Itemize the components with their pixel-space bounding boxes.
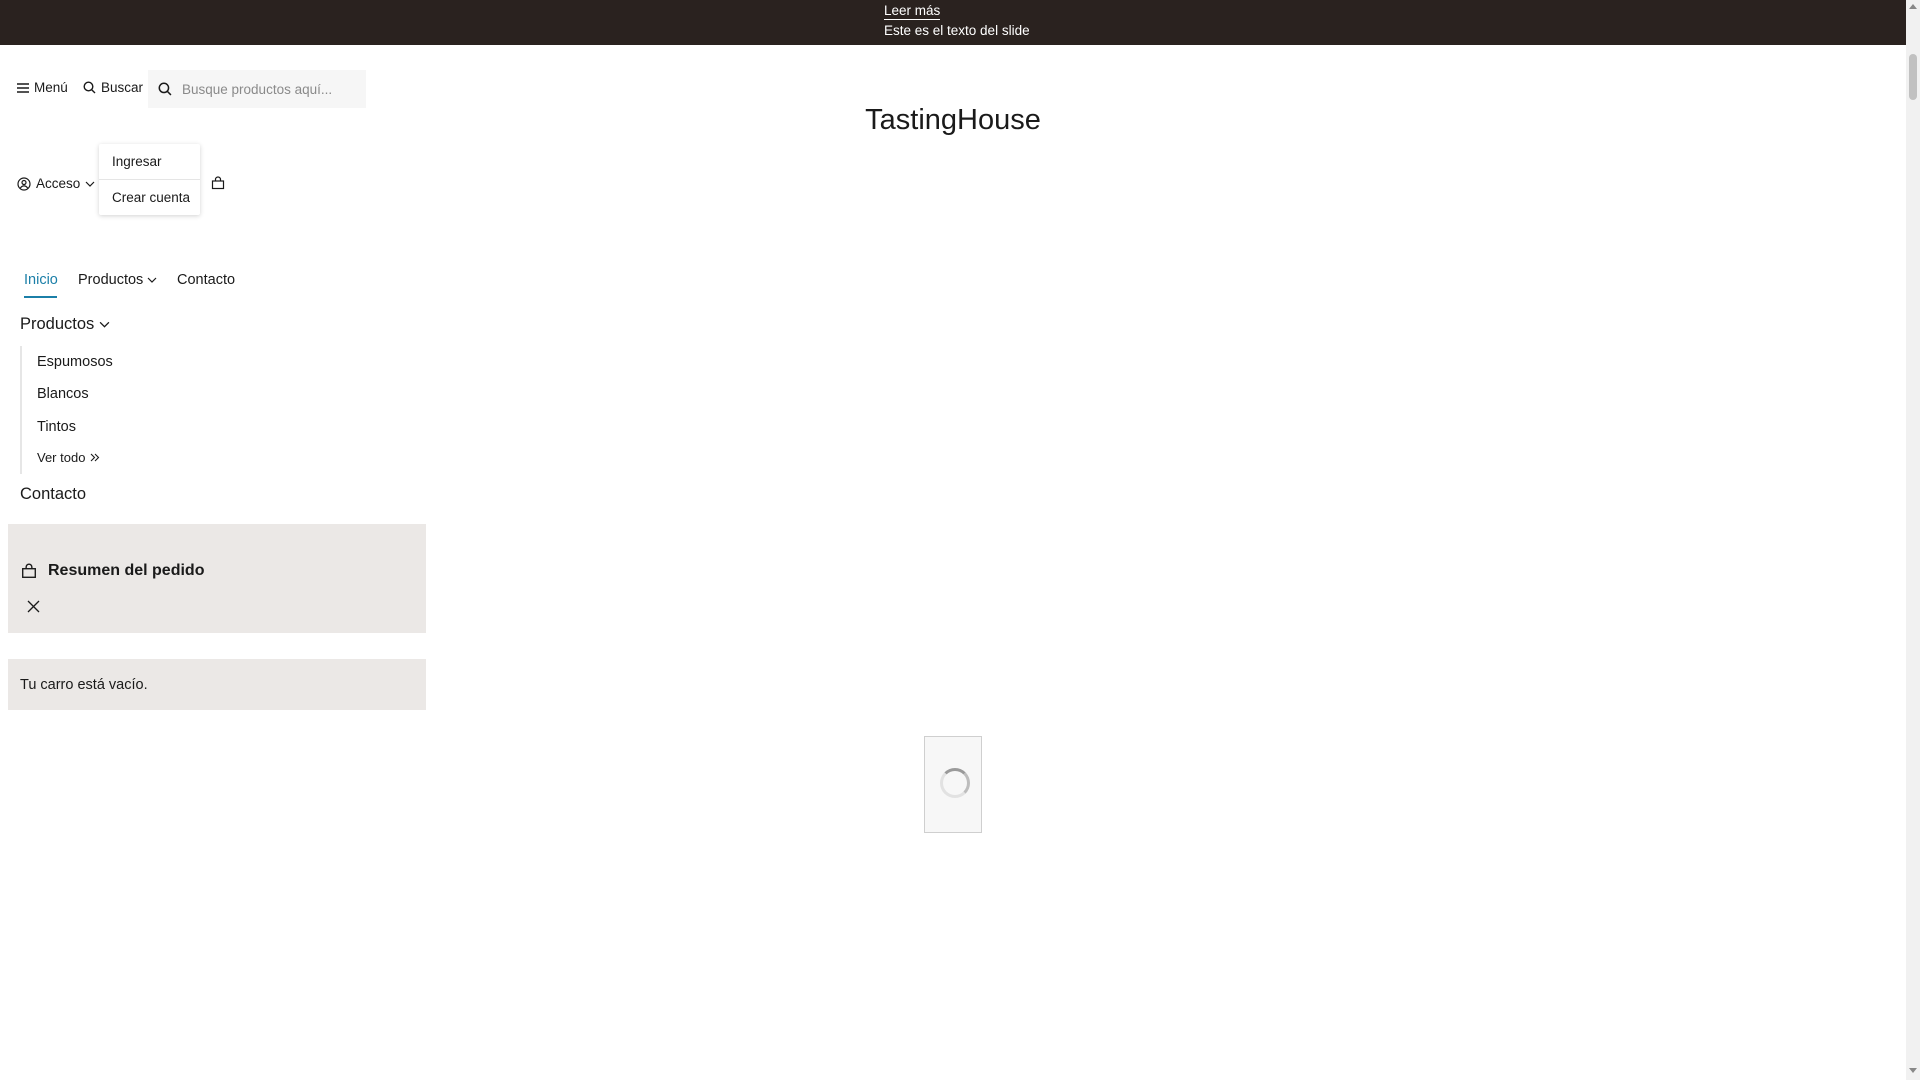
menu-contact-item[interactable]: Contacto [20, 485, 86, 504]
search-box [148, 70, 366, 108]
submenu-item-espumosos[interactable]: Espumosos [37, 354, 113, 370]
close-icon [27, 600, 40, 613]
account-label: Acceso [36, 176, 81, 191]
account-dropdown: Ingresar Crear cuenta [99, 144, 200, 215]
search-input[interactable] [180, 80, 354, 98]
scroll-down-arrow[interactable] [1909, 1068, 1917, 1073]
chevron-down-icon [147, 277, 157, 283]
nav-item-productos-label: Productos [78, 272, 144, 288]
menu-icon [17, 82, 29, 93]
announcement-bar: Leer más Este es el texto del slide [0, 0, 1906, 45]
bag-icon [22, 563, 36, 578]
submenu-item-blancos[interactable]: Blancos [37, 386, 89, 402]
announcement-read-more-link[interactable]: Leer más [884, 3, 941, 20]
login-menu-item[interactable]: Ingresar [99, 144, 200, 179]
chevron-down-icon [99, 321, 110, 328]
cart-bag-icon-wrap [21, 563, 37, 583]
menu-products-title: Productos [20, 315, 95, 333]
loading-spinner [940, 768, 970, 798]
page-scrollbar[interactable] [1906, 0, 1920, 1080]
menu-button[interactable]: Menú [17, 80, 68, 95]
submenu-item-tintos[interactable]: Tintos [37, 419, 76, 435]
nav-item-productos[interactable]: Productos [78, 272, 157, 288]
announcement-text: Este es el texto del slide [884, 23, 1030, 38]
user-circle-icon [17, 176, 31, 191]
cart-empty-panel: Tu carro está vacío. [8, 659, 426, 710]
nav-item-inicio[interactable]: Inicio [24, 272, 58, 288]
chevron-down-icon [85, 181, 95, 187]
cart-button[interactable] [211, 176, 225, 194]
loading-box [924, 736, 982, 833]
scroll-up-arrow[interactable] [1909, 4, 1917, 9]
scrollbar-thumb[interactable] [1909, 54, 1917, 100]
see-all-label: Ver todo [37, 450, 86, 465]
cart-empty-text: Tu carro está vacío. [20, 676, 148, 693]
bag-icon [211, 176, 225, 190]
search-icon [83, 81, 96, 94]
submenu-divider [20, 346, 22, 474]
account-button[interactable]: Acceso [17, 176, 95, 191]
create-account-menu-item[interactable]: Crear cuenta [99, 179, 200, 215]
menu-label: Menú [34, 80, 68, 95]
submenu-see-all[interactable]: Ver todo [37, 450, 100, 465]
search-label: Buscar [101, 80, 144, 95]
nav-item-contacto[interactable]: Contacto [177, 272, 235, 288]
cart-close-button[interactable] [27, 600, 40, 617]
nav-active-indicator [24, 296, 57, 298]
cart-title: Resumen del pedido [48, 562, 205, 579]
search-button[interactable]: Buscar [83, 80, 143, 95]
search-input-icon [158, 82, 172, 96]
menu-products-toggle[interactable]: Productos [20, 315, 110, 334]
double-chevron-right-icon [91, 453, 100, 462]
brand-logo[interactable]: TastingHouse [0, 104, 1906, 137]
